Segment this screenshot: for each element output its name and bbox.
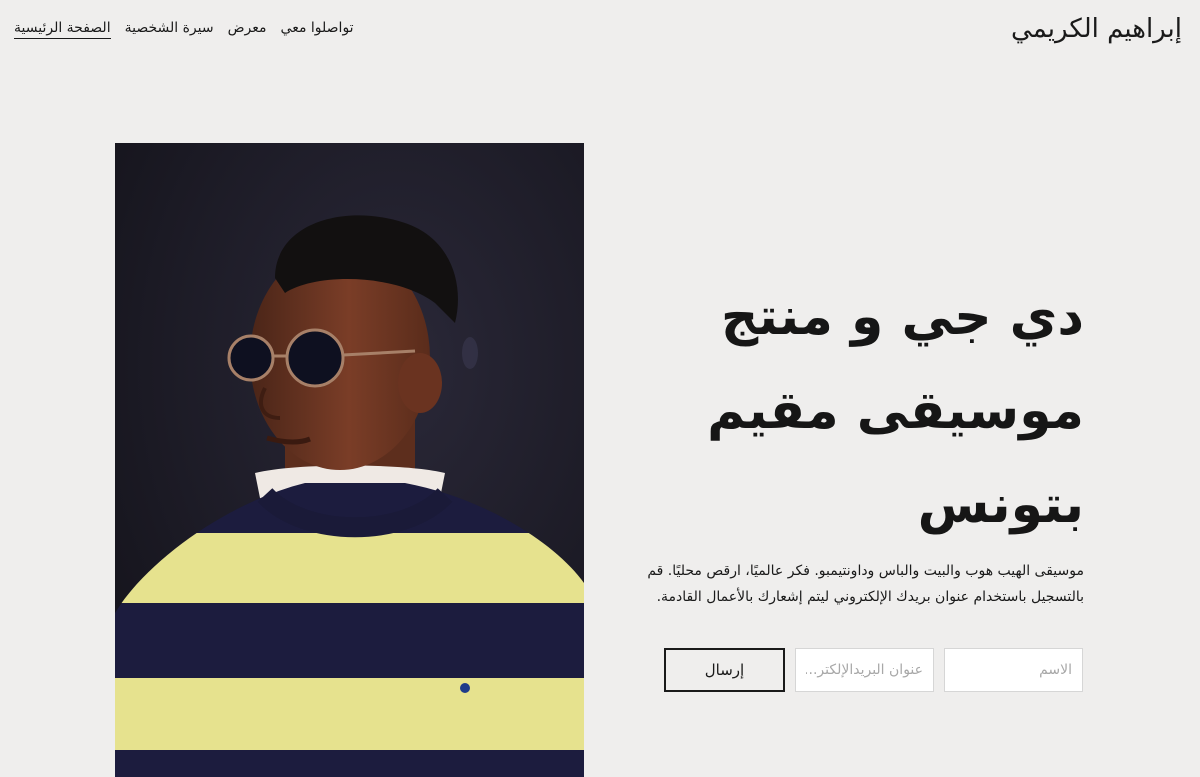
description-line: موسيقى الهيب هوب والبيت والباس وداونتيمب… — [647, 563, 1084, 579]
signup-form: إرسال — [664, 648, 1083, 692]
description-line: بالتسجيل باستخدام عنوان بريدك الإلكتروني… — [656, 589, 1084, 605]
nav-item-home[interactable]: الصفحة الرئيسية — [14, 20, 111, 39]
hero-headline: دي جي و منتج موسيقى مقيم بتونس — [644, 270, 1084, 552]
hero-description: موسيقى الهيب هوب والبيت والباس وداونتيمب… — [614, 558, 1084, 610]
site-title[interactable]: إبراهيم الكريمي — [1011, 14, 1182, 44]
submit-button[interactable]: إرسال — [664, 648, 785, 692]
main-nav: الصفحة الرئيسية سيرة الشخصية معرض تواصلو… — [14, 20, 354, 39]
nav-item-contact[interactable]: تواصلوا معي — [281, 20, 354, 39]
email-input[interactable] — [795, 648, 934, 692]
headline-line: موسيقى مقيم — [707, 381, 1084, 441]
headline-line: بتونس — [917, 475, 1084, 535]
nav-item-biography[interactable]: سيرة الشخصية — [125, 20, 214, 39]
portrait-photo — [115, 143, 584, 777]
headline-line: دي جي و منتج — [720, 287, 1084, 347]
page: إبراهيم الكريمي الصفحة الرئيسية سيرة الش… — [0, 0, 1200, 777]
name-input[interactable] — [944, 648, 1083, 692]
nav-item-gallery[interactable]: معرض — [228, 20, 267, 39]
